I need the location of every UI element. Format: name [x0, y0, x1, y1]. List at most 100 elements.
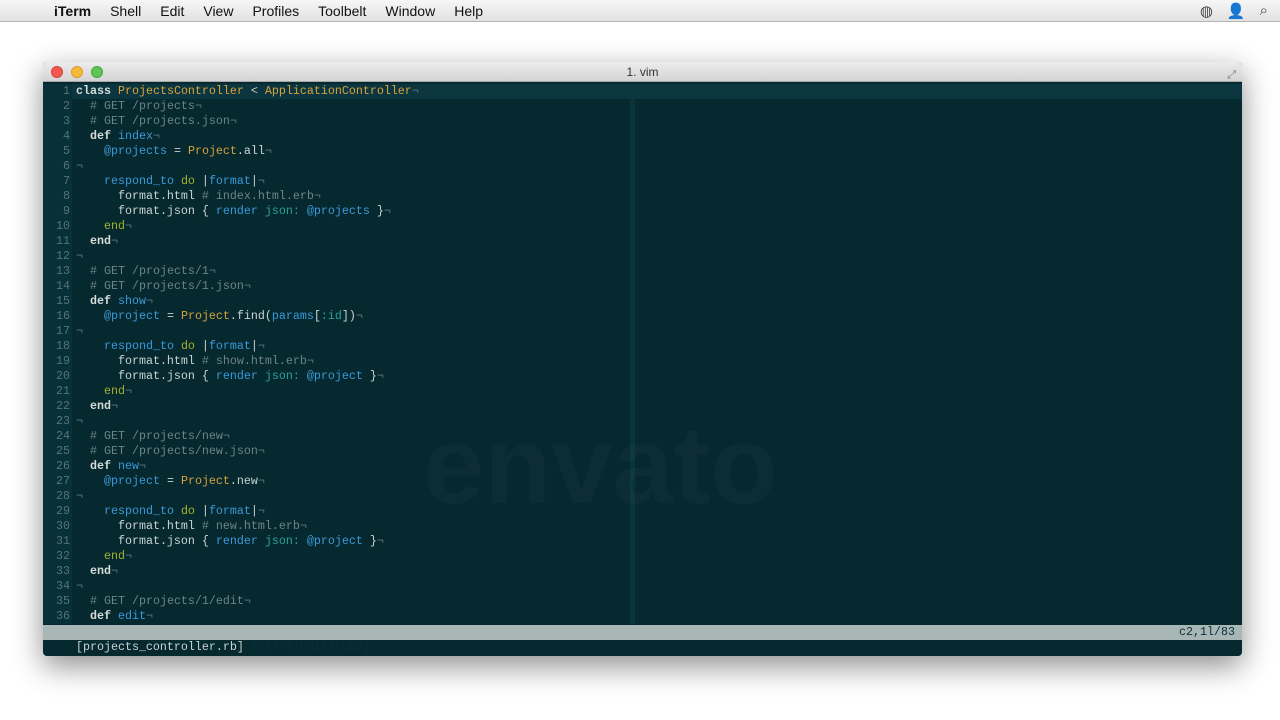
line-code: format.json { render json: @projects }¬ — [72, 204, 391, 219]
line-number: 10 — [43, 219, 72, 234]
code-token: ¬ — [355, 309, 363, 323]
code-token: } — [362, 369, 377, 383]
code-token: json: — [264, 204, 300, 218]
menu-help[interactable]: Help — [454, 3, 483, 19]
code-token: format.json { — [76, 369, 216, 383]
code-token: ¬ — [124, 549, 132, 563]
close-button[interactable] — [51, 66, 63, 78]
code-token: ¬ — [257, 339, 265, 353]
fullscreen-icon[interactable]: ⤢ — [1227, 65, 1236, 85]
code-token: # GET /projects/new — [90, 429, 223, 443]
code-token: format.json { — [76, 204, 216, 218]
menu-toolbelt[interactable]: Toolbelt — [318, 3, 366, 19]
code-token: new — [118, 459, 139, 473]
line-code: ¬ — [72, 249, 83, 264]
menu-view[interactable]: View — [203, 3, 233, 19]
code-token: # GET /projects/1/edit — [90, 594, 244, 608]
code-token: do — [180, 339, 195, 353]
line-number: 26 — [43, 459, 72, 474]
terminal-window: 1. vim ⤢ envato 1class ProjectsControlle… — [43, 62, 1242, 656]
code-token: .new — [229, 474, 258, 488]
code-token: ¬ — [111, 234, 118, 248]
code-token: # show.html.erb — [201, 354, 307, 368]
code-token: ]) — [341, 309, 356, 323]
line-code: end¬ — [72, 549, 132, 564]
code-line: 26 def new¬ — [43, 459, 1242, 474]
line-code: @project = Project.find(params[:id])¬ — [72, 309, 363, 324]
line-number: 25 — [43, 444, 72, 459]
line-number: 2 — [43, 99, 72, 114]
code-token: ¬ — [243, 594, 251, 608]
line-code: def show¬ — [72, 294, 153, 309]
menu-edit[interactable]: Edit — [160, 3, 184, 19]
line-code: @project = Project.new¬ — [72, 474, 265, 489]
vim-editor[interactable]: 1 class ProjectsController < ApplicationC… — [43, 84, 1242, 624]
menu-shell[interactable]: Shell — [110, 3, 141, 19]
line-code: end¬ — [72, 399, 118, 414]
code-line: 14 # GET /projects/1.json¬ — [43, 279, 1242, 294]
code-line: 15 def show¬ — [43, 294, 1242, 309]
code-token: ¬ — [299, 519, 307, 533]
code-line: 11 end¬ — [43, 234, 1242, 249]
code-token: ¬ — [111, 564, 118, 578]
line-code: ¬ — [72, 489, 83, 504]
user-icon[interactable]: 👤 — [1227, 2, 1246, 20]
line-code: @projects = Project.all¬ — [72, 144, 272, 159]
code-token: end — [103, 384, 125, 398]
line-number: 3 — [43, 114, 72, 129]
menu-window[interactable]: Window — [385, 3, 435, 19]
menu-app-name[interactable]: iTerm — [54, 3, 91, 19]
code-token: def — [90, 129, 111, 143]
minimize-button[interactable] — [71, 66, 83, 78]
code-token: ¬ — [411, 84, 419, 98]
code-token: end — [90, 234, 111, 248]
code-token: = — [159, 474, 181, 488]
menu-profiles[interactable]: Profiles — [252, 3, 299, 19]
line-code: def new¬ — [72, 459, 146, 474]
line-code: # GET /projects/1¬ — [72, 264, 216, 279]
window-title: 1. vim — [626, 65, 659, 79]
code-token: ProjectsController — [117, 84, 244, 98]
line-code: # GET /projects/1/edit¬ — [72, 594, 251, 609]
code-token: @project — [306, 369, 363, 383]
code-line: 36 def edit¬ — [43, 609, 1242, 624]
code-token: | — [194, 504, 209, 518]
code-token: ¬ — [76, 159, 83, 173]
line-code: end¬ — [72, 234, 118, 249]
code-line: 3 # GET /projects.json¬ — [43, 114, 1242, 129]
line-code: ¬ — [72, 579, 83, 594]
code-token: | — [250, 504, 258, 518]
line-number: 6 — [43, 159, 72, 174]
code-token: ¬ — [76, 414, 83, 428]
code-line: 9 format.json { render json: @projects }… — [43, 204, 1242, 219]
line-number: 16 — [43, 309, 72, 324]
code-token: show — [118, 294, 146, 308]
code-token: respond_to — [103, 339, 174, 353]
zoom-button[interactable] — [91, 66, 103, 78]
code-token: class — [76, 84, 111, 98]
code-line: 18 respond_to do |format|¬ — [43, 339, 1242, 354]
code-line: 5 @projects = Project.all¬ — [43, 144, 1242, 159]
code-token: ¬ — [124, 384, 132, 398]
line-code: format.html # index.html.erb¬ — [72, 189, 321, 204]
line-code: format.json { render json: @project }¬ — [72, 534, 384, 549]
code-token: .find( — [229, 309, 272, 323]
spotlight-search-icon[interactable]: ⌕ — [1260, 2, 1268, 20]
code-line: 16 @project = Project.find(params[:id])¬ — [43, 309, 1242, 324]
code-line: 34 ¬ — [43, 579, 1242, 594]
code-line: 20 format.json { render json: @project }… — [43, 369, 1242, 384]
globe-icon[interactable]: ◍ — [1200, 2, 1213, 20]
code-token: [ — [313, 309, 321, 323]
code-token: # new.html.erb — [201, 519, 300, 533]
code-token: ¬ — [222, 429, 230, 443]
code-token: .all — [236, 144, 265, 158]
